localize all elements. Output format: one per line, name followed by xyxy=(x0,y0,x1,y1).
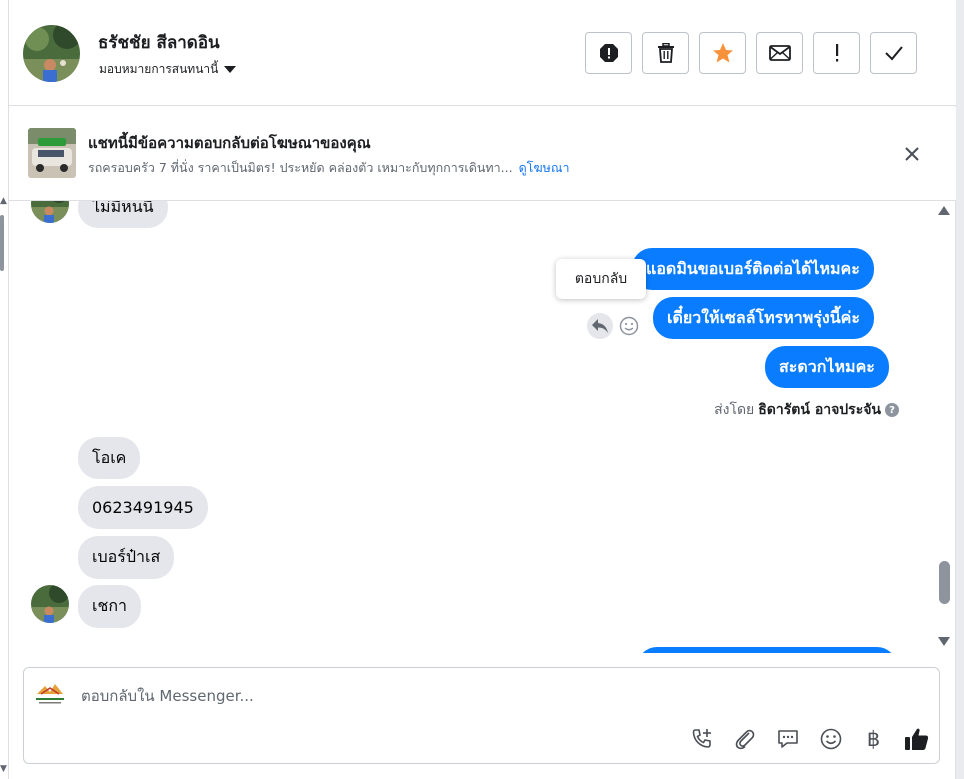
ad-banner-title: แชทนี้มีข้อความตอบกลับต่อโฆษณาของคุณ xyxy=(88,134,371,152)
view-ad-link[interactable]: ดูโฆษณา xyxy=(519,160,570,175)
baht-icon: ฿ xyxy=(866,726,881,751)
saved-reply-button[interactable] xyxy=(773,724,802,753)
page-logo-icon xyxy=(33,680,67,706)
sent-by-label: ส่งโดย ธิดารัตน์ อาจประจัน ? xyxy=(714,399,899,421)
reply-tooltip: ตอบกลับ xyxy=(556,259,646,299)
smiley-icon xyxy=(619,316,639,336)
reply-arrow-icon xyxy=(592,319,608,333)
reply-button[interactable] xyxy=(587,313,613,339)
follow-up-button[interactable] xyxy=(813,32,860,74)
phone-plus-icon xyxy=(692,728,711,748)
ad-banner-description: รถครอบครัว 7 ที่นั่ง ราคาเป็นมิตร! ประหย… xyxy=(88,158,570,178)
close-banner-button[interactable] xyxy=(902,144,922,164)
saved-reply-icon xyxy=(777,729,798,748)
header-actions xyxy=(585,32,917,74)
thread-scroll-up-icon[interactable] xyxy=(938,206,950,215)
trash-icon xyxy=(657,43,674,63)
add-call-button[interactable] xyxy=(687,724,716,753)
incoming-message[interactable]: เบอร์ป๋าเส xyxy=(78,536,175,579)
delete-button[interactable] xyxy=(642,32,689,74)
incoming-message[interactable]: โอเค xyxy=(78,437,141,479)
composer-tools: ฿ xyxy=(687,724,931,753)
exclamation-icon xyxy=(835,44,838,62)
thumbs-up-icon xyxy=(904,728,928,750)
mark-done-button[interactable] xyxy=(870,32,917,74)
mail-icon xyxy=(768,45,791,61)
star-button[interactable] xyxy=(699,32,746,74)
chevron-down-icon xyxy=(224,66,237,73)
star-icon xyxy=(712,43,733,63)
left-scroll-up-icon[interactable]: ▲ xyxy=(0,196,7,206)
spam-icon xyxy=(599,44,618,62)
outgoing-message[interactable]: แอดมินขอเบอร์ติดต่อได้ไหมคะ xyxy=(632,248,874,290)
contact-avatar-small[interactable] xyxy=(31,201,69,223)
emoji-icon xyxy=(820,728,841,749)
sender-name: ธิดารัตน์ อาจประจัน xyxy=(758,402,881,418)
message-thread[interactable]: ไม่มีหนนี แอดมินขอเบอร์ติดต่อได้ไหมคะ เด… xyxy=(9,201,937,653)
incoming-message[interactable]: เชกา xyxy=(78,585,141,628)
paperclip-icon xyxy=(735,729,754,749)
attach-file-button[interactable] xyxy=(730,724,759,753)
contact-avatar-small[interactable] xyxy=(31,585,69,623)
outgoing-message-partial[interactable] xyxy=(637,647,897,653)
outgoing-message[interactable]: เดี๋ยวให้เซลล์โทรหาพรุ่งนี้ค่ะ xyxy=(653,297,874,339)
ad-thumbnail[interactable] xyxy=(28,128,76,178)
like-button[interactable] xyxy=(902,724,931,753)
help-icon[interactable]: ? xyxy=(885,403,899,417)
left-panel-scroll-thumb[interactable] xyxy=(0,215,4,271)
message-input[interactable] xyxy=(81,687,681,705)
thread-scroll-down-icon[interactable] xyxy=(938,637,950,646)
outgoing-message[interactable]: สะดวกไหมคะ xyxy=(765,346,889,388)
page-scroll-track[interactable] xyxy=(956,0,964,779)
thread-scroll-thumb[interactable] xyxy=(939,561,950,604)
react-button[interactable] xyxy=(617,314,641,338)
emoji-button[interactable] xyxy=(816,724,845,753)
ad-reply-banner: แชทนี้มีข้อความตอบกลับต่อโฆษณาของคุณ รถค… xyxy=(9,107,956,201)
assign-label: มอบหมายการสนทนานี้ xyxy=(99,62,219,76)
contact-avatar[interactable] xyxy=(23,25,80,82)
check-icon xyxy=(884,46,903,61)
ad-description-text: รถครอบครัว 7 ที่นั่ง ราคาเป็นมิตร! ประหย… xyxy=(88,160,513,175)
spam-button[interactable] xyxy=(585,32,632,74)
conversation-header: ธรัชชัย สีลาดอิน มอบหมายการสนทนานี้ xyxy=(9,0,956,106)
mark-unread-button[interactable] xyxy=(756,32,803,74)
close-icon xyxy=(905,147,919,161)
payment-button[interactable]: ฿ xyxy=(859,724,888,753)
message-composer: ฿ xyxy=(23,667,940,764)
incoming-message[interactable]: ไม่มีหนนี xyxy=(78,201,168,228)
assign-conversation-dropdown[interactable]: มอบหมายการสนทนานี้ xyxy=(99,60,237,79)
sent-by-prefix: ส่งโดย xyxy=(714,402,755,418)
left-scroll-down-icon[interactable]: ▼ xyxy=(0,764,7,774)
contact-name[interactable]: ธรัชชัย สีลาดอิน xyxy=(98,29,220,56)
incoming-message[interactable]: 0623491945 xyxy=(78,486,208,529)
